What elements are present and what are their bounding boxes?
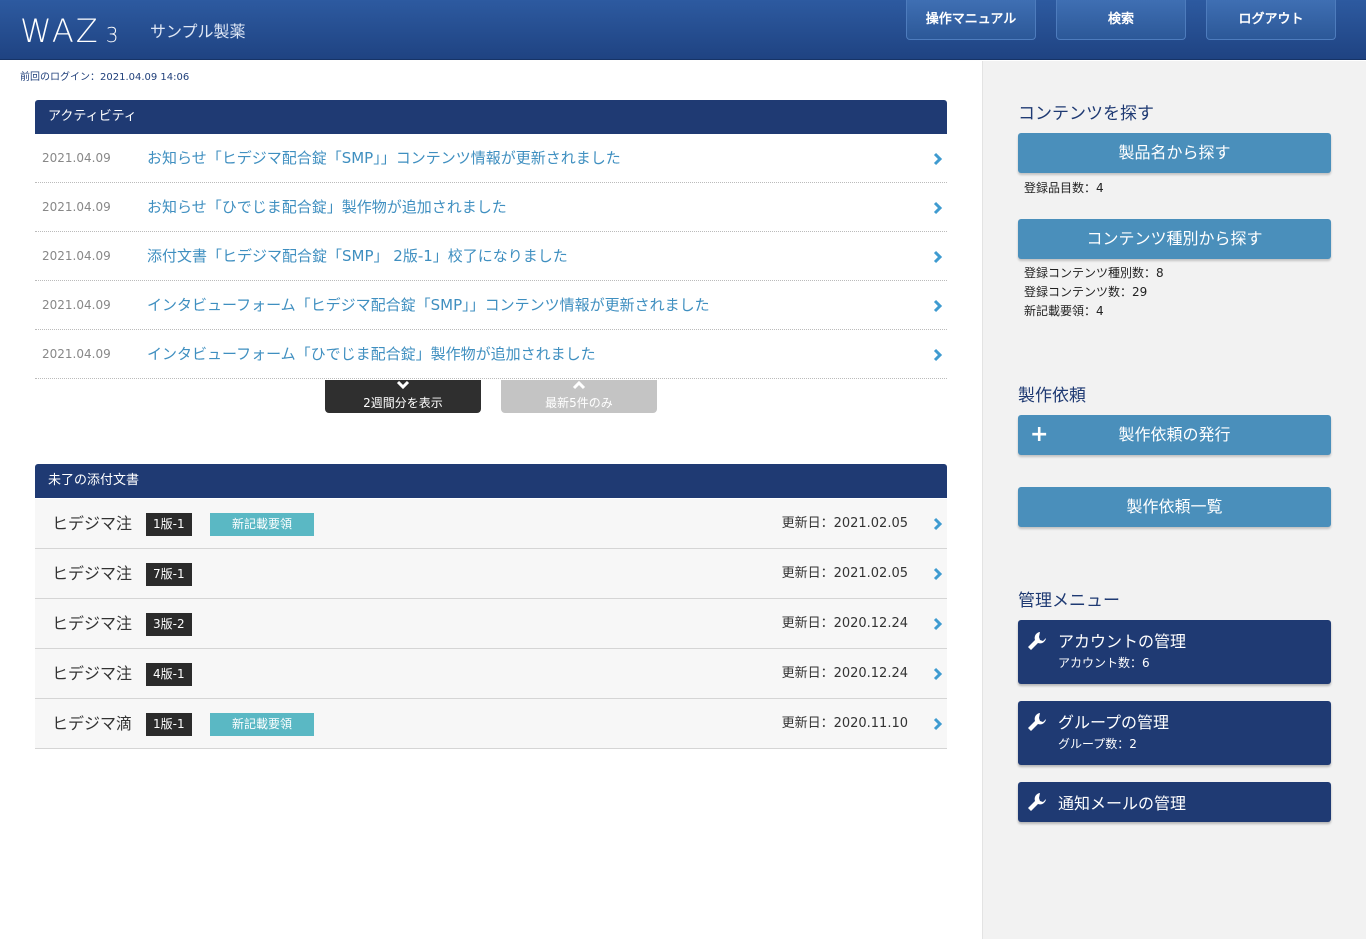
activity-row[interactable]: 2021.04.09 添付文書「ヒデジマ配合錠「SMP」 2版-1」校了になりまし…: [35, 232, 947, 281]
mail-admin-button[interactable]: 通知メールの管理: [1018, 782, 1331, 822]
product-count: 登録品目数：4: [1024, 181, 1104, 195]
activity-title: アクティビティ: [35, 100, 947, 134]
chevron-right-icon: [933, 567, 943, 581]
wrench-icon: [1026, 711, 1048, 733]
new-format-badge: 新記載要領: [210, 513, 314, 536]
request-list-button[interactable]: 製作依頼一覧: [1018, 487, 1331, 527]
updated-date: 更新日：2020.12.24: [781, 616, 908, 631]
activity-link[interactable]: お知らせ「ヒデジマ配合錠「SMP」」コンテンツ情報が更新されました: [147, 134, 621, 183]
app-logo[interactable]: WAZ 3: [20, 12, 118, 50]
activity-row[interactable]: 2021.04.09 インタビューフォーム「ヒデジマ配合錠「SMP」」コンテンツ情…: [35, 281, 947, 330]
type-count: 登録コンテンツ種別数：8: [1024, 266, 1164, 280]
account-admin-button[interactable]: アカウントの管理 アカウント数：6: [1018, 620, 1331, 684]
activity-row[interactable]: 2021.04.09 お知らせ「ヒデジマ配合錠「SMP」」コンテンツ情報が更新され…: [35, 134, 947, 183]
latest5-button[interactable]: 最新5件のみ: [501, 380, 657, 413]
content-count: 登録コンテンツ数：29: [1024, 285, 1148, 299]
group-admin-button[interactable]: グループの管理 グループ数：2: [1018, 701, 1331, 765]
doc-name: ヒデジマ注: [52, 514, 133, 533]
doc-row[interactable]: ヒデジマ注 1版-1 新記載要領 更新日：2021.02.05: [35, 499, 947, 549]
version-badge: 1版-1: [146, 713, 192, 736]
wrench-icon: [1026, 630, 1048, 652]
admin-menu-title: 管理メニュー: [1018, 591, 1120, 611]
last-login: 前回のログイン：2021.04.09 14:06: [20, 72, 190, 83]
doc-row[interactable]: ヒデジマ滴 1版-1 新記載要領 更新日：2020.11.10: [35, 699, 947, 749]
new-format-badge: 新記載要領: [210, 713, 314, 736]
doc-name: ヒデジマ注: [52, 564, 133, 583]
chevron-right-icon: [933, 667, 943, 681]
doc-name: ヒデジマ注: [52, 614, 133, 633]
chevron-right-icon: [933, 299, 943, 313]
activity-link[interactable]: インタビューフォーム「ひでじま配合錠」製作物が追加されました: [147, 330, 596, 379]
chevron-right-icon: [933, 201, 943, 215]
chevron-right-icon: [933, 152, 943, 166]
activity-date: 2021.04.09: [42, 151, 111, 165]
chevron-up-icon: [501, 380, 657, 394]
updated-date: 更新日：2020.11.10: [781, 716, 908, 731]
activity-link[interactable]: インタビューフォーム「ヒデジマ配合錠「SMP」」コンテンツ情報が更新されました: [147, 281, 710, 330]
doc-row[interactable]: ヒデジマ注 7版-1 更新日：2021.02.05: [35, 549, 947, 599]
search-button[interactable]: 検索: [1056, 0, 1186, 40]
wrench-icon: [1026, 791, 1048, 813]
updated-date: 更新日：2021.02.05: [781, 566, 908, 581]
activity-date: 2021.04.09: [42, 249, 111, 263]
doc-name: ヒデジマ滴: [52, 714, 133, 733]
company-name: サンプル製薬: [150, 22, 246, 41]
plus-icon: +: [1030, 422, 1049, 447]
activity-date: 2021.04.09: [42, 347, 111, 361]
chevron-right-icon: [933, 517, 943, 531]
chevron-down-icon: [325, 380, 481, 394]
version-badge: 7版-1: [146, 563, 192, 586]
doc-row[interactable]: ヒデジマ注 4版-1 更新日：2020.12.24: [35, 649, 947, 699]
chevron-right-icon: [933, 717, 943, 731]
activity-date: 2021.04.09: [42, 298, 111, 312]
activity-row[interactable]: 2021.04.09 お知らせ「ひでじま配合錠」製作物が追加されました: [35, 183, 947, 232]
chevron-right-icon: [933, 348, 943, 362]
version-badge: 1版-1: [146, 513, 192, 536]
version-badge: 3版-2: [146, 613, 192, 636]
find-content-title: コンテンツを探す: [1018, 104, 1154, 124]
version-badge: 4版-1: [146, 663, 192, 686]
pending-docs-title: 未了の添付文書: [35, 464, 947, 498]
activity-date: 2021.04.09: [42, 200, 111, 214]
chevron-right-icon: [933, 250, 943, 264]
doc-row[interactable]: ヒデジマ注 3版-2 更新日：2020.12.24: [35, 599, 947, 649]
doc-name: ヒデジマ注: [52, 664, 133, 683]
updated-date: 更新日：2021.02.05: [781, 516, 908, 531]
new-format-count: 新記載要領：4: [1024, 304, 1104, 318]
updated-date: 更新日：2020.12.24: [781, 666, 908, 681]
chevron-right-icon: [933, 617, 943, 631]
find-by-product-button[interactable]: 製品名から探す: [1018, 133, 1331, 173]
activity-row[interactable]: 2021.04.09 インタビューフォーム「ひでじま配合錠」製作物が追加されました: [35, 330, 947, 379]
find-by-type-button[interactable]: コンテンツ種別から探す: [1018, 219, 1331, 259]
request-new-button[interactable]: + 製作依頼の発行: [1018, 415, 1331, 455]
show-2weeks-button[interactable]: 2週間分を表示: [325, 380, 481, 413]
activity-link[interactable]: 添付文書「ヒデジマ配合錠「SMP」 2版-1」校了になりました: [147, 232, 568, 281]
logout-button[interactable]: ログアウト: [1206, 0, 1336, 40]
manual-button[interactable]: 操作マニュアル: [906, 0, 1036, 40]
content-stats: 登録コンテンツ種別数：8 登録コンテンツ数：29 新記載要領：4: [1024, 264, 1164, 321]
activity-link[interactable]: お知らせ「ひでじま配合錠」製作物が追加されました: [147, 183, 507, 232]
app-header: WAZ 3 サンプル製薬 操作マニュアル 検索 ログアウト: [0, 0, 1366, 60]
request-title: 製作依頼: [1018, 386, 1086, 406]
